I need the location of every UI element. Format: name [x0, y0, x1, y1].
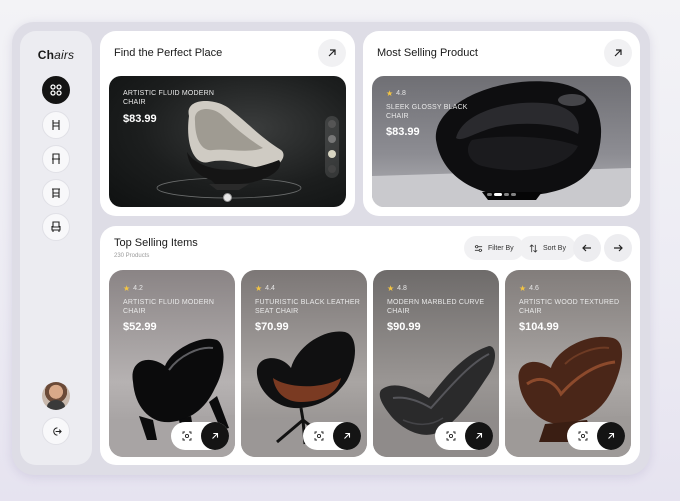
- sort-button[interactable]: Sort By: [519, 236, 576, 260]
- nav-grid-button[interactable]: [42, 76, 70, 104]
- app-logo: Chairs: [37, 48, 75, 62]
- nav-armchair-button[interactable]: [42, 213, 70, 241]
- product-price: $70.99: [255, 321, 289, 333]
- grid-icon: [50, 84, 62, 96]
- arrow-up-right-icon: [328, 49, 336, 57]
- ar-view-icon: [446, 431, 456, 441]
- top-selling-title: Top Selling Items: [114, 237, 198, 249]
- filter-icon: [474, 244, 483, 252]
- product-card[interactable]: ★ 4.8 MODERN MARBLED CURVE CHAIR $90.99: [373, 270, 499, 457]
- ar-view-button[interactable]: [178, 427, 196, 445]
- product-card[interactable]: ★ 4.4 FUTURISTIC BLACK LEATHER SEAT CHAIR…: [241, 270, 367, 457]
- avatar[interactable]: [42, 382, 70, 410]
- product-rating: ★ 4.2: [123, 284, 143, 293]
- ar-view-icon: [314, 431, 324, 441]
- logout-button[interactable]: [42, 417, 70, 445]
- arrow-up-right-icon: [614, 49, 622, 57]
- most-selling-product-name: SLEEK GLOSSY BLACK CHAIR: [386, 104, 468, 120]
- arrow-up-right-icon: [344, 432, 351, 439]
- product-open-button[interactable]: [201, 422, 229, 450]
- most-selling-rating: ★ 4.8: [386, 89, 406, 98]
- ar-view-button[interactable]: [574, 427, 592, 445]
- find-place-product-name: ARTISTIC FLUID MODERN CHAIR: [123, 90, 215, 106]
- ar-view-button[interactable]: [442, 427, 460, 445]
- product-actions: [435, 422, 493, 450]
- star-icon: ★: [519, 284, 527, 293]
- product-open-button[interactable]: [597, 422, 625, 450]
- product-rating: ★ 4.8: [387, 284, 407, 293]
- arrow-up-right-icon: [608, 432, 615, 439]
- arrow-left-icon: [582, 244, 591, 252]
- product-actions: [303, 422, 361, 450]
- color-swatches: [325, 116, 339, 178]
- prev-button[interactable]: [573, 234, 601, 262]
- filter-button[interactable]: Filter By: [464, 236, 524, 260]
- rotate-handle[interactable]: [223, 193, 232, 202]
- chair-icon: [52, 120, 60, 130]
- most-selling-hero: ★ 4.8 SLEEK GLOSSY BLACK CHAIR $83.99: [372, 76, 631, 207]
- stool-icon: [52, 188, 60, 198]
- product-open-button[interactable]: [333, 422, 361, 450]
- most-selling-open-button[interactable]: [604, 39, 632, 67]
- product-price: $90.99: [387, 321, 421, 333]
- find-place-price: $83.99: [123, 113, 157, 125]
- product-price: $104.99: [519, 321, 559, 333]
- product-open-button[interactable]: [465, 422, 493, 450]
- nav-stool-button[interactable]: [42, 179, 70, 207]
- star-icon: ★: [387, 284, 395, 293]
- color-swatch-grey[interactable]: [328, 135, 336, 143]
- chair-image: [372, 81, 631, 207]
- product-rating: ★ 4.6: [519, 284, 539, 293]
- logout-icon: [52, 426, 62, 436]
- ar-view-button[interactable]: [310, 427, 328, 445]
- arrow-up-right-icon: [212, 432, 219, 439]
- find-place-title: Find the Perfect Place: [114, 47, 223, 59]
- next-button[interactable]: [604, 234, 632, 262]
- product-name: ARTISTIC WOOD TEXTURED CHAIR: [519, 299, 620, 315]
- armchair-icon: [51, 221, 61, 232]
- nav-chair-button[interactable]: [42, 111, 70, 139]
- sidebar: Chairs: [20, 31, 92, 465]
- product-name: ARTISTIC FLUID MODERN CHAIR: [123, 299, 215, 315]
- sort-icon: [529, 243, 538, 253]
- arrow-right-icon: [614, 244, 623, 252]
- top-selling-count: 230 Products: [114, 253, 150, 259]
- product-card[interactable]: ★ 4.2 ARTISTIC FLUID MODERN CHAIR $52.99: [109, 270, 235, 457]
- product-name: MODERN MARBLED CURVE CHAIR: [387, 299, 485, 315]
- find-place-open-button[interactable]: [318, 39, 346, 67]
- color-swatch-black[interactable]: [328, 165, 336, 173]
- find-place-hero: ARTISTIC FLUID MODERN CHAIR $83.99: [109, 76, 346, 207]
- find-place-card: Find the Perfect Place ARTISTIC FLUID MO…: [100, 31, 355, 216]
- star-icon: ★: [255, 284, 263, 293]
- most-selling-card: Most Selling Product ★ 4.8 SLEEK GLOSSY B…: [363, 31, 640, 216]
- star-icon: ★: [123, 284, 131, 293]
- product-actions: [567, 422, 625, 450]
- product-price: $52.99: [123, 321, 157, 333]
- product-name: FUTURISTIC BLACK LEATHER SEAT CHAIR: [255, 299, 361, 315]
- dining-chair-icon: [52, 153, 60, 164]
- star-icon: ★: [386, 89, 394, 98]
- product-rating: ★ 4.4: [255, 284, 275, 293]
- ar-view-icon: [578, 431, 588, 441]
- color-swatch-dark[interactable]: [328, 120, 336, 128]
- product-card[interactable]: ★ 4.6 ARTISTIC WOOD TEXTURED CHAIR $104.9…: [505, 270, 631, 457]
- ar-view-icon: [182, 431, 192, 441]
- nav-dining-chair-button[interactable]: [42, 145, 70, 173]
- most-selling-price: $83.99: [386, 126, 420, 138]
- arrow-up-right-icon: [476, 432, 483, 439]
- most-selling-title: Most Selling Product: [377, 47, 478, 59]
- product-actions: [171, 422, 229, 450]
- color-swatch-cream[interactable]: [328, 150, 336, 158]
- carousel-dots[interactable]: [487, 193, 516, 196]
